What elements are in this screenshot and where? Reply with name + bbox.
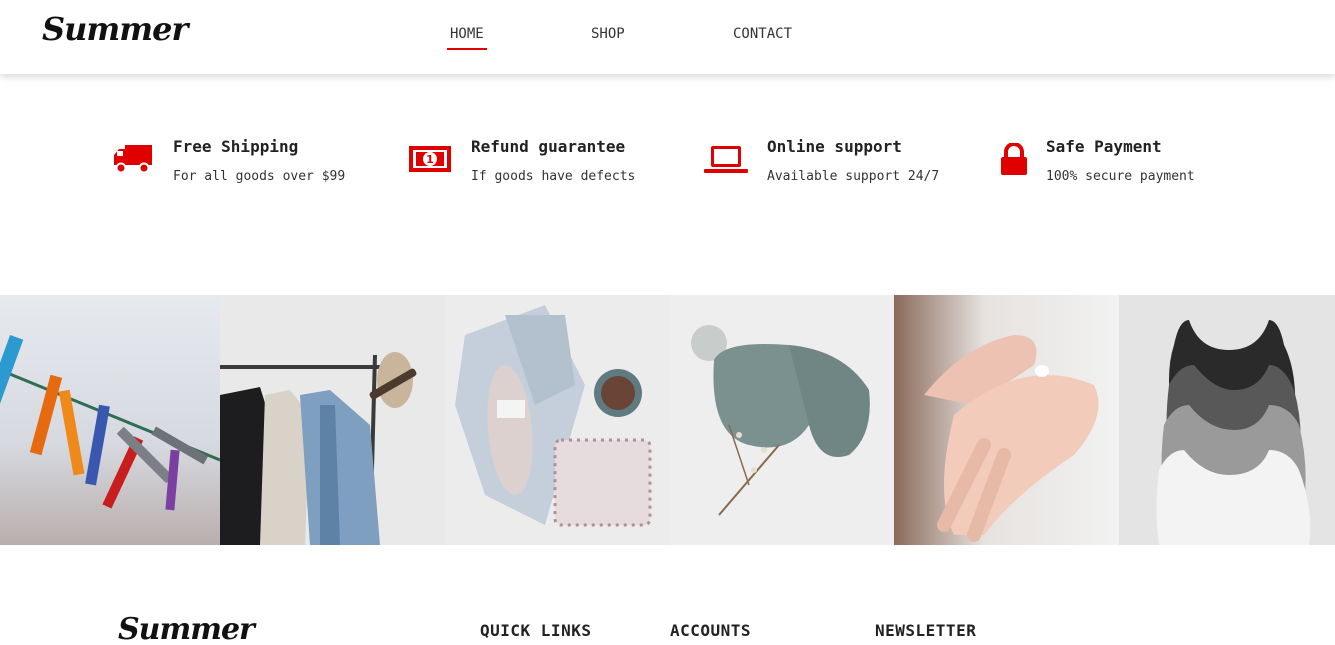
site-header: Summer HOME SHOP CONTACT bbox=[0, 0, 1335, 74]
gallery-image-clothespins[interactable] bbox=[0, 295, 220, 545]
footer-logo[interactable]: Summer bbox=[118, 612, 255, 645]
feature-title: Refund guarantee bbox=[471, 137, 626, 156]
nav-shop[interactable]: SHOP bbox=[591, 26, 625, 42]
footer-heading-accounts: ACCOUNTS bbox=[670, 621, 752, 640]
gallery-image-tank-tops[interactable] bbox=[1119, 295, 1335, 545]
lock-icon bbox=[1000, 142, 1028, 181]
feature-desc: For all goods over $99 bbox=[173, 169, 346, 184]
feature-desc: If goods have defects bbox=[471, 169, 636, 184]
gallery-image-knitwear-flatlay[interactable] bbox=[445, 295, 669, 545]
feature-title: Free Shipping bbox=[173, 137, 299, 156]
feature-desc: 100% secure payment bbox=[1046, 169, 1195, 184]
feature-title: Online support bbox=[767, 137, 902, 156]
truck-icon bbox=[113, 143, 153, 179]
nav-contact[interactable]: CONTACT bbox=[733, 26, 792, 42]
nav-home[interactable]: HOME bbox=[447, 26, 487, 50]
footer-heading-newsletter: NEWSLETTER bbox=[875, 621, 977, 640]
feature-title: Safe Payment bbox=[1046, 137, 1162, 156]
laptop-icon bbox=[704, 143, 748, 179]
feature-desc: Available support 24/7 bbox=[767, 169, 940, 184]
site-logo[interactable]: Summer bbox=[42, 10, 188, 48]
gallery-strip bbox=[0, 295, 1335, 545]
gallery-image-knitted-baby-hat[interactable] bbox=[669, 295, 894, 545]
gallery-image-clothing-rack[interactable] bbox=[220, 295, 445, 545]
gallery-image-hand-cream[interactable] bbox=[894, 295, 1119, 545]
svg-text:1: 1 bbox=[426, 153, 434, 166]
money-icon: 1 bbox=[408, 143, 452, 179]
footer-heading-quick-links: QUICK LINKS bbox=[480, 621, 592, 640]
